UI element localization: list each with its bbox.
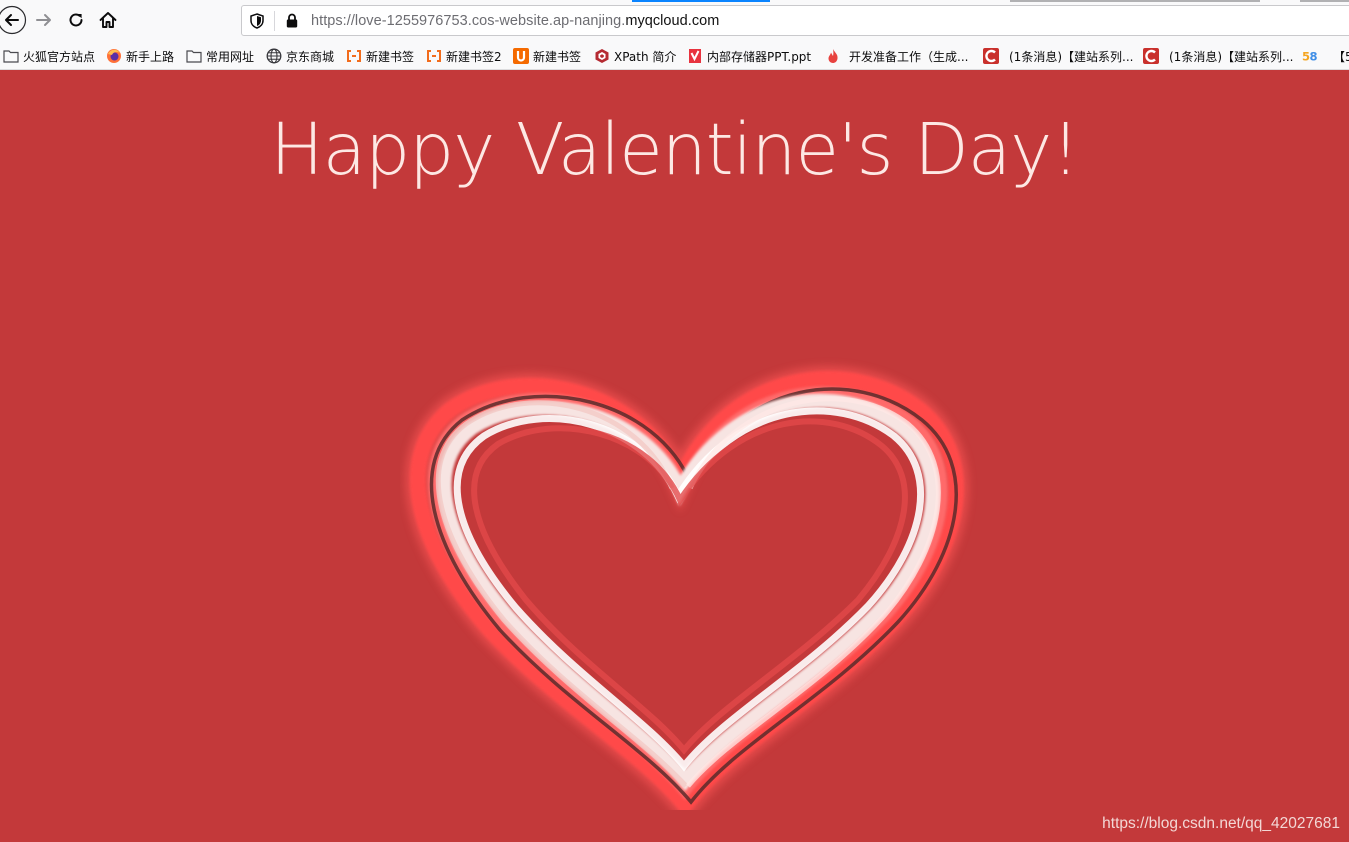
xpath-icon	[594, 48, 610, 64]
tab-indicator	[1300, 0, 1349, 2]
bookmarks-toolbar: 火狐官方站点 新手上路 常用网址 京东商城 新建书签 新建书签2 新建书签 XP…	[0, 41, 1349, 70]
bookmark-jd-mall[interactable]: 京东商城	[266, 46, 334, 66]
bookmark-label: 内部存储器PPT.ppt	[707, 49, 812, 64]
bookmark-dev-prep[interactable]: 开发准备工作（生成...	[825, 46, 968, 66]
bookmark-new-1[interactable]: 新建书签	[346, 46, 414, 66]
firefox-icon	[106, 48, 122, 64]
bookmark-label: 常用网址	[206, 49, 255, 64]
address-bar[interactable]: https://love-1255976753.cos-website.ap-n…	[241, 5, 1349, 36]
bookmark-label: 新建书签2	[446, 49, 502, 64]
url-prefix: https://love-1255976753.cos-website.ap-n…	[311, 12, 626, 29]
page-headline: Happy Valentine's Day!	[270, 108, 1080, 191]
bookmark-folder-common-sites[interactable]: 常用网址	[186, 46, 254, 66]
bookmark-58[interactable]: 58	[1302, 46, 1322, 66]
bookmark-getting-started[interactable]: 新手上路	[106, 46, 174, 66]
reload-button[interactable]	[60, 4, 92, 36]
tracking-protection-shield-icon[interactable]	[248, 12, 266, 30]
folder-icon	[186, 48, 202, 64]
url-domain: myqcloud.com	[625, 12, 720, 29]
forward-button[interactable]	[28, 4, 60, 36]
home-icon	[99, 12, 117, 28]
58-logo-icon: 58	[1302, 48, 1318, 64]
bracket-icon	[426, 48, 442, 64]
home-button[interactable]	[92, 4, 124, 36]
url-text[interactable]: https://love-1255976753.cos-website.ap-n…	[311, 13, 719, 29]
bookmark-label: 京东商城	[286, 49, 335, 64]
back-button[interactable]	[0, 4, 28, 36]
bookmark-overflow[interactable]: 【5	[1333, 46, 1349, 66]
bookmark-label: (1条消息)【建站系列...	[1009, 49, 1134, 64]
bookmark-xpath[interactable]: XPath 简介	[594, 46, 676, 66]
browser-toolbar: https://love-1255976753.cos-website.ap-n…	[0, 0, 1349, 41]
u-logo-icon	[513, 48, 529, 64]
bookmark-label: 新建书签	[533, 49, 582, 64]
bookmark-new-3[interactable]: 新建书签	[513, 46, 581, 66]
page-content: Happy Valentine's Day! https://blog.csdn…	[0, 70, 1349, 842]
bookmark-csdn-1[interactable]: (1条消息)【建站系列...	[983, 46, 1133, 66]
bookmark-label: (1条消息)【建站系列...	[1169, 49, 1294, 64]
url-divider	[274, 10, 275, 31]
bookmark-label: 火狐官方站点	[23, 49, 96, 64]
forward-arrow-icon	[36, 14, 51, 26]
active-tab-indicator	[632, 0, 770, 2]
bookmark-internal-memory-ppt[interactable]: 内部存储器PPT.ppt	[687, 46, 811, 66]
bookmark-label: 新手上路	[126, 49, 175, 64]
back-arrow-icon	[0, 5, 27, 35]
reload-icon	[69, 13, 83, 27]
doc-icon	[687, 48, 703, 64]
bracket-icon	[346, 48, 362, 64]
csdn-icon	[1143, 48, 1159, 64]
bookmark-label: 【5	[1333, 49, 1349, 64]
flame-icon	[825, 48, 841, 64]
bookmark-new-2[interactable]: 新建书签2	[426, 46, 502, 66]
bookmark-label: 开发准备工作（生成...	[849, 49, 969, 64]
folder-icon	[3, 48, 19, 64]
bookmark-label: XPath 简介	[614, 49, 677, 64]
heart-illustration	[404, 365, 969, 810]
csdn-icon	[983, 48, 999, 64]
bookmark-label: 新建书签	[366, 49, 415, 64]
watermark: https://blog.csdn.net/qq_42027681	[1102, 815, 1340, 832]
bookmark-csdn-2[interactable]: (1条消息)【建站系列...	[1143, 46, 1293, 66]
globe-icon	[266, 48, 282, 64]
svg-text:8: 8	[1310, 49, 1318, 63]
tab-indicator	[1010, 0, 1260, 2]
bookmark-folder-firefox-sites[interactable]: 火狐官方站点	[3, 46, 95, 66]
lock-icon[interactable]	[283, 12, 301, 30]
